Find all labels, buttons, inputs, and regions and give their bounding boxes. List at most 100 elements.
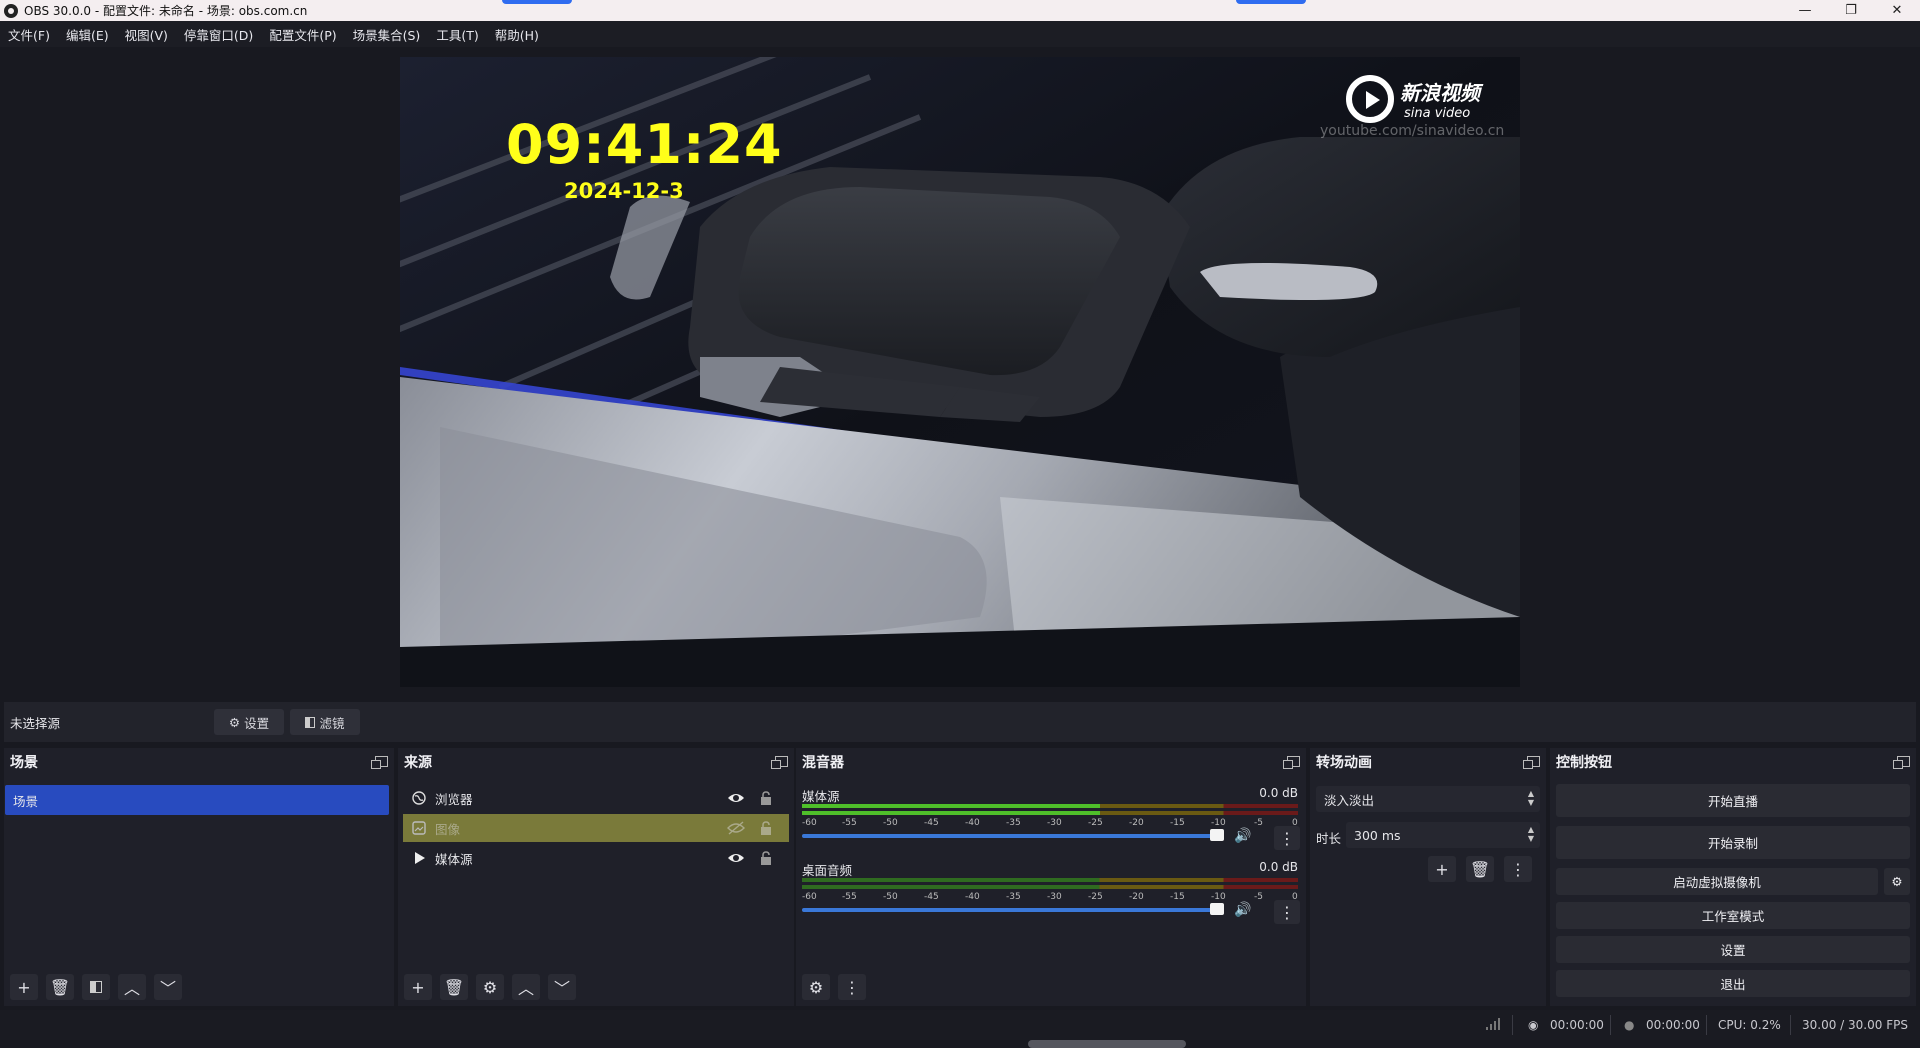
menu-view[interactable]: 视图(V): [117, 25, 176, 44]
preview-canvas[interactable]: 09:41:24 2024-12-3 新浪视频 sina video youtu…: [400, 57, 1520, 687]
kebab-icon: ⋮: [844, 977, 860, 997]
studio-mode-button[interactable]: 工作室模式: [1556, 902, 1910, 929]
menu-scene-collection[interactable]: 场景集合(S): [345, 25, 429, 44]
speaker-icon[interactable]: 🔊: [1234, 902, 1251, 918]
undock-icon[interactable]: [371, 756, 388, 769]
eye-icon[interactable]: [727, 791, 745, 805]
chevron-up-icon: ︿: [517, 979, 534, 998]
mixer-title: 混音器: [802, 755, 844, 771]
lock-icon[interactable]: [759, 851, 773, 865]
source-item-browser[interactable]: 浏览器: [403, 784, 789, 812]
minimize-button[interactable]: —: [1782, 0, 1828, 21]
watermark-url: youtube.com/sinavideo.cn: [1320, 123, 1505, 139]
source-item-media[interactable]: 媒体源: [403, 844, 789, 872]
scene-filters-button[interactable]: [82, 974, 110, 1000]
speaker-icon[interactable]: 🔊: [1234, 828, 1251, 844]
duration-spinbox[interactable]: 300 ms ▲ ▼: [1346, 822, 1540, 848]
remove-transition-button[interactable]: 🗑: [1466, 856, 1494, 882]
undock-icon[interactable]: [1283, 756, 1300, 769]
move-source-down-button[interactable]: ﹀: [548, 974, 576, 1000]
menu-file[interactable]: 文件(F): [0, 25, 58, 44]
duration-value: 300 ms: [1354, 827, 1401, 843]
eye-icon[interactable]: [727, 851, 745, 865]
volume-slider[interactable]: [802, 908, 1220, 912]
lock-icon[interactable]: [759, 791, 773, 805]
virtual-camera-settings-button[interactable]: ⚙: [1884, 868, 1910, 895]
close-button[interactable]: ✕: [1874, 0, 1920, 21]
channel-menu-button[interactable]: ⋮: [1274, 900, 1300, 924]
move-scene-up-button[interactable]: ︿: [118, 974, 146, 1000]
scene-list-item[interactable]: 场景: [5, 785, 389, 815]
transition-selected: 淡入淡出: [1324, 792, 1375, 808]
volume-slider[interactable]: [802, 834, 1220, 838]
transition-select[interactable]: 淡入淡出 ▲ ▼: [1316, 786, 1540, 812]
source-item-label: 浏览器: [435, 791, 473, 807]
meter-scale: -60 -55 -50 -45 -40 -35 -30 -25 -20 -15 …: [802, 892, 1298, 902]
volume-slider-handle[interactable]: [1210, 829, 1224, 841]
globe-icon: [411, 790, 427, 806]
clock-time-overlay: 09:41:24: [506, 113, 783, 176]
lock-icon[interactable]: [759, 821, 773, 835]
channel-db: 0.0 dB: [1259, 786, 1298, 800]
live-broadcast-icon: ◉: [1528, 1018, 1539, 1032]
menu-docks[interactable]: 停靠窗口(D): [176, 25, 261, 44]
sources-dock: 来源 浏览器 图像 媒体源 + 🗑 ⚙ ︿ ﹀: [398, 748, 794, 1006]
kebab-icon: ⋮: [1279, 902, 1295, 922]
remove-source-button[interactable]: 🗑: [440, 974, 468, 1000]
undock-icon[interactable]: [1893, 756, 1910, 769]
record-time: 00:00:00: [1646, 1018, 1700, 1032]
scene-item-label: 场景: [13, 793, 39, 809]
move-source-up-button[interactable]: ︿: [512, 974, 540, 1000]
exit-button[interactable]: 退出: [1556, 970, 1910, 997]
scenes-title: 场景: [10, 755, 38, 771]
plus-icon: +: [17, 977, 31, 997]
transition-menu-button[interactable]: ⋮: [1504, 856, 1532, 882]
gear-icon: ⚙: [482, 977, 498, 997]
add-source-button[interactable]: +: [404, 974, 432, 1000]
undock-icon[interactable]: [1523, 756, 1540, 769]
mixer-channel: 桌面音频 0.0 dB -60 -55 -50 -45 -40 -35 -30 …: [802, 860, 1304, 930]
image-icon: [411, 820, 427, 836]
start-streaming-button[interactable]: 开始直播: [1556, 784, 1910, 817]
restore-button[interactable]: ❐: [1828, 0, 1874, 21]
start-recording-button[interactable]: 开始录制: [1556, 826, 1910, 859]
record-icon: ●: [1624, 1018, 1635, 1032]
channel-name: 桌面音频: [802, 863, 853, 878]
add-scene-button[interactable]: +: [10, 974, 38, 1000]
undock-icon[interactable]: [771, 756, 788, 769]
advanced-audio-button[interactable]: ⚙: [802, 974, 830, 1000]
source-filters-button[interactable]: 滤镜: [290, 709, 360, 735]
settings-button[interactable]: 设置: [1556, 936, 1910, 963]
source-properties-button[interactable]: ⚙: [476, 974, 504, 1000]
start-virtual-camera-button[interactable]: 启动虚拟摄像机: [1556, 868, 1878, 895]
preview-workspace: 09:41:24 2024-12-3 新浪视频 sina video youtu…: [0, 47, 1920, 701]
add-transition-button[interactable]: +: [1428, 856, 1456, 882]
menu-profile[interactable]: 配置文件(P): [261, 25, 344, 44]
menu-edit[interactable]: 编辑(E): [58, 25, 117, 44]
source-item-label: 媒体源: [435, 851, 473, 867]
transitions-dock: 转场动画 淡入淡出 ▲ ▼ 时长 300 ms ▲ ▼ + 🗑 ⋮: [1310, 748, 1546, 1006]
menu-tools[interactable]: 工具(T): [428, 25, 486, 44]
channel-name: 媒体源: [802, 789, 840, 804]
menu-help[interactable]: 帮助(H): [487, 25, 547, 44]
gear-icon: ⚙: [228, 714, 241, 730]
move-scene-down-button[interactable]: ﹀: [154, 974, 182, 1000]
plus-icon: +: [411, 977, 425, 997]
fps-readout: 30.00 / 30.00 FPS: [1802, 1018, 1908, 1032]
source-item-label: 图像: [435, 821, 461, 837]
mixer-menu-button[interactable]: ⋮: [838, 974, 866, 1000]
horizontal-scrollbar[interactable]: [1028, 1040, 1186, 1048]
source-item-image[interactable]: 图像: [403, 814, 789, 842]
mixer-channel: 媒体源 0.0 dB -60 -55 -50 -45 -40 -35 -30 -…: [802, 786, 1304, 856]
source-properties-button[interactable]: ⚙ 设置: [214, 709, 284, 735]
audio-mixer-dock: 混音器 媒体源 0.0 dB -60 -55 -50 -45 -40 -35 -…: [796, 748, 1306, 1006]
volume-slider-handle[interactable]: [1210, 903, 1224, 915]
trash-icon: 🗑: [443, 977, 465, 997]
remove-scene-button[interactable]: 🗑: [46, 974, 74, 1000]
meter-scale: -60 -55 -50 -45 -40 -35 -30 -25 -20 -15 …: [802, 818, 1298, 828]
updown-icon: ▲ ▼: [1527, 825, 1534, 843]
controls-dock: 控制按钮 开始直播 开始录制 启动虚拟摄像机 ⚙ 工作室模式 设置 退出: [1550, 748, 1916, 1006]
floating-indicator: [1236, 0, 1306, 4]
channel-menu-button[interactable]: ⋮: [1274, 826, 1300, 850]
eye-hidden-icon[interactable]: [727, 821, 745, 835]
